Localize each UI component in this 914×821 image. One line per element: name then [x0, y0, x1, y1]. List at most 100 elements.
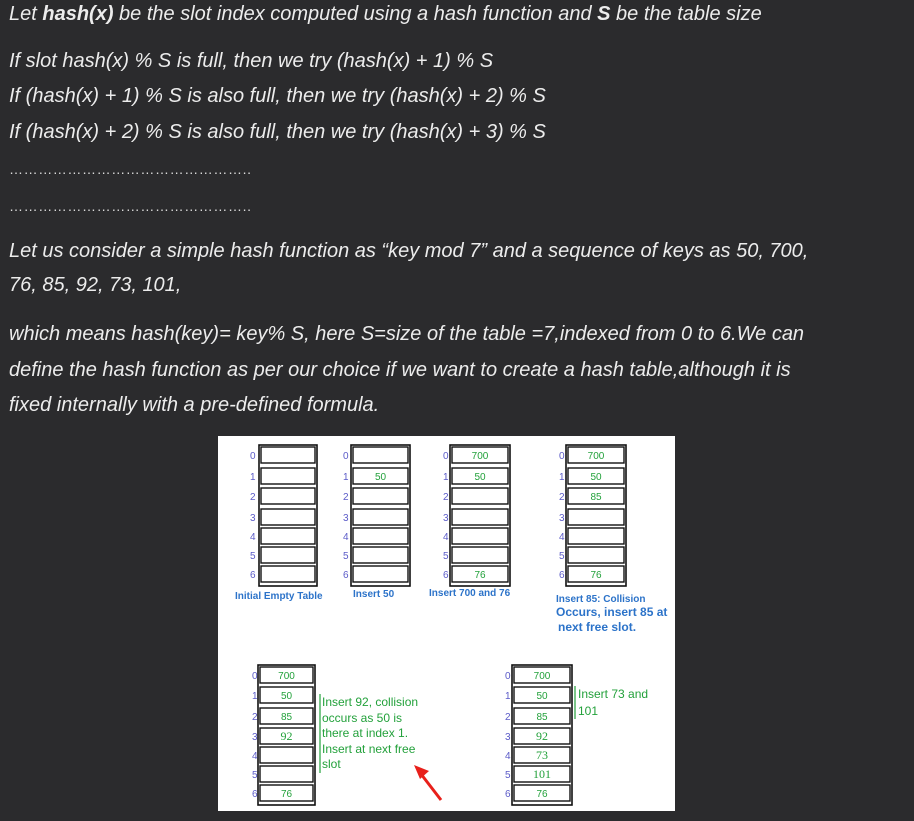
slot-value: 700 — [472, 451, 489, 462]
note-92-l1: Insert 92, collision — [322, 695, 418, 709]
slot-value: 76 — [590, 570, 602, 581]
table-cell — [260, 508, 316, 526]
table-cell — [259, 765, 314, 783]
caption-initial: Initial Empty Table — [235, 591, 323, 602]
slot-index: 3 — [252, 732, 258, 743]
slot-index: 2 — [505, 712, 511, 723]
slot-index: 6 — [250, 570, 256, 581]
slot-index: 1 — [250, 472, 256, 483]
probe-line-1: If slot hash(x) % S is full, then we try… — [9, 50, 494, 72]
slot-index: 6 — [343, 570, 349, 581]
slot-index: 1 — [343, 472, 349, 483]
table-cell — [260, 487, 316, 505]
slot-index: 3 — [343, 513, 349, 524]
ellipsis-line: ………………………………………….. — [9, 198, 252, 214]
slot-value: 76 — [281, 789, 293, 800]
table-cell — [567, 546, 625, 564]
slot-value: 73 — [536, 748, 548, 762]
slot-index: 6 — [559, 570, 565, 581]
slot-index: 1 — [443, 472, 449, 483]
hash-table-3: 0 700 1 50 2 85 3 4 5 6 76 — [559, 444, 627, 587]
slot-value: 85 — [281, 712, 293, 723]
table-cell — [352, 546, 409, 564]
slot-index: 4 — [250, 532, 256, 543]
table-cell — [352, 565, 409, 583]
slot-index: 2 — [252, 712, 258, 723]
slot-index: 4 — [343, 532, 349, 543]
slot-value: 85 — [590, 492, 602, 503]
slot-value: 50 — [281, 691, 293, 702]
caption-insert-700-76: Insert 700 and 76 — [429, 588, 511, 599]
slot-index: 3 — [559, 513, 565, 524]
table-cell — [451, 527, 509, 545]
slot-index: 0 — [250, 451, 256, 462]
slot-value: 50 — [474, 472, 486, 483]
slot-index: 2 — [559, 492, 565, 503]
slot-index: 6 — [252, 789, 258, 800]
note-73-101-l2: 101 — [578, 704, 598, 718]
slot-index: 3 — [443, 513, 449, 524]
slot-index: 1 — [559, 472, 565, 483]
text: be the table size — [610, 3, 762, 25]
explain-para-line-3: fixed internally with a pre-defined form… — [9, 394, 380, 416]
note-92-l4: Insert at next free — [322, 742, 416, 756]
hash-tables-diagram: 0 1 2 3 4 5 6 0 1 50 2 3 4 5 6 0 700 1 50 2 3 4 5 6 76 0 700 1 50 2 85… — [235, 444, 667, 806]
slot-value: 700 — [278, 671, 295, 682]
slot-value: 700 — [534, 671, 551, 682]
slot-index: 4 — [559, 532, 565, 543]
probe-line-2: If (hash(x) + 1) % S is also full, then … — [9, 85, 546, 107]
hash-table-0: 0 1 2 3 4 5 6 — [250, 444, 318, 587]
slot-index: 0 — [443, 451, 449, 462]
slot-index: 5 — [343, 551, 349, 562]
slot-value: 92 — [281, 729, 293, 743]
table-cell — [567, 527, 625, 545]
hash-term: hash(x) — [42, 3, 114, 25]
table-cell — [352, 446, 409, 464]
text: Let — [9, 3, 43, 25]
slot-index: 2 — [343, 492, 349, 503]
note-73-101-l1: Insert 73 and — [578, 687, 648, 701]
table-cell — [451, 546, 509, 564]
table-cell — [451, 487, 509, 505]
table-cell — [352, 508, 409, 526]
slot-index: 4 — [505, 751, 511, 762]
slot-index: 2 — [250, 492, 256, 503]
slot-value: 76 — [474, 570, 486, 581]
table-cell — [352, 527, 409, 545]
example-para-line-1: Let us consider a simple hash function a… — [9, 240, 809, 262]
table-cell — [567, 508, 625, 526]
slot-value: 85 — [536, 712, 548, 723]
caption-insert-85-l2: Occurs, insert 85 at — [556, 605, 667, 619]
caption-insert-85-l3: next free slot. — [558, 620, 636, 634]
slot-index: 3 — [505, 732, 511, 743]
table-cell — [260, 565, 316, 583]
hash-table-4: 0 700 1 50 2 85 3 92 4 5 6 76 — [252, 664, 316, 806]
slot-index: 0 — [559, 451, 565, 462]
slot-value: 50 — [590, 472, 602, 483]
table-cell — [352, 487, 409, 505]
explain-para-line-2: define the hash function as per our choi… — [9, 359, 791, 381]
size-term: S — [597, 3, 611, 25]
explain-para-line-1: which means hash(key)= key% S, here S=si… — [9, 323, 805, 345]
slot-index: 0 — [505, 671, 511, 682]
slot-index: 5 — [443, 551, 449, 562]
slot-value: 101 — [533, 767, 551, 781]
hash-table-2: 0 700 1 50 2 3 4 5 6 76 — [443, 444, 511, 587]
slot-index: 3 — [250, 513, 256, 524]
slot-index: 2 — [443, 492, 449, 503]
caption-insert-50: Insert 50 — [353, 589, 395, 600]
caption-insert-85-l1: Insert 85: Collision — [556, 594, 645, 605]
slot-index: 5 — [252, 770, 258, 781]
slot-index: 4 — [252, 751, 258, 762]
hash-table-1: 0 1 50 2 3 4 5 6 — [343, 444, 411, 587]
slot-value: 700 — [588, 451, 605, 462]
table-cell — [260, 446, 316, 464]
definition-line: Let hash(x) be the slot index computed u… — [9, 3, 762, 26]
example-para-line-2: 76, 85, 92, 73, 101, — [9, 274, 182, 296]
slot-value: 76 — [536, 789, 548, 800]
table-cell — [260, 467, 316, 485]
slot-index: 6 — [443, 570, 449, 581]
slot-index: 1 — [505, 691, 511, 702]
probe-line-3: If (hash(x) + 2) % S is also full, then … — [9, 121, 546, 143]
slot-value: 50 — [536, 691, 548, 702]
